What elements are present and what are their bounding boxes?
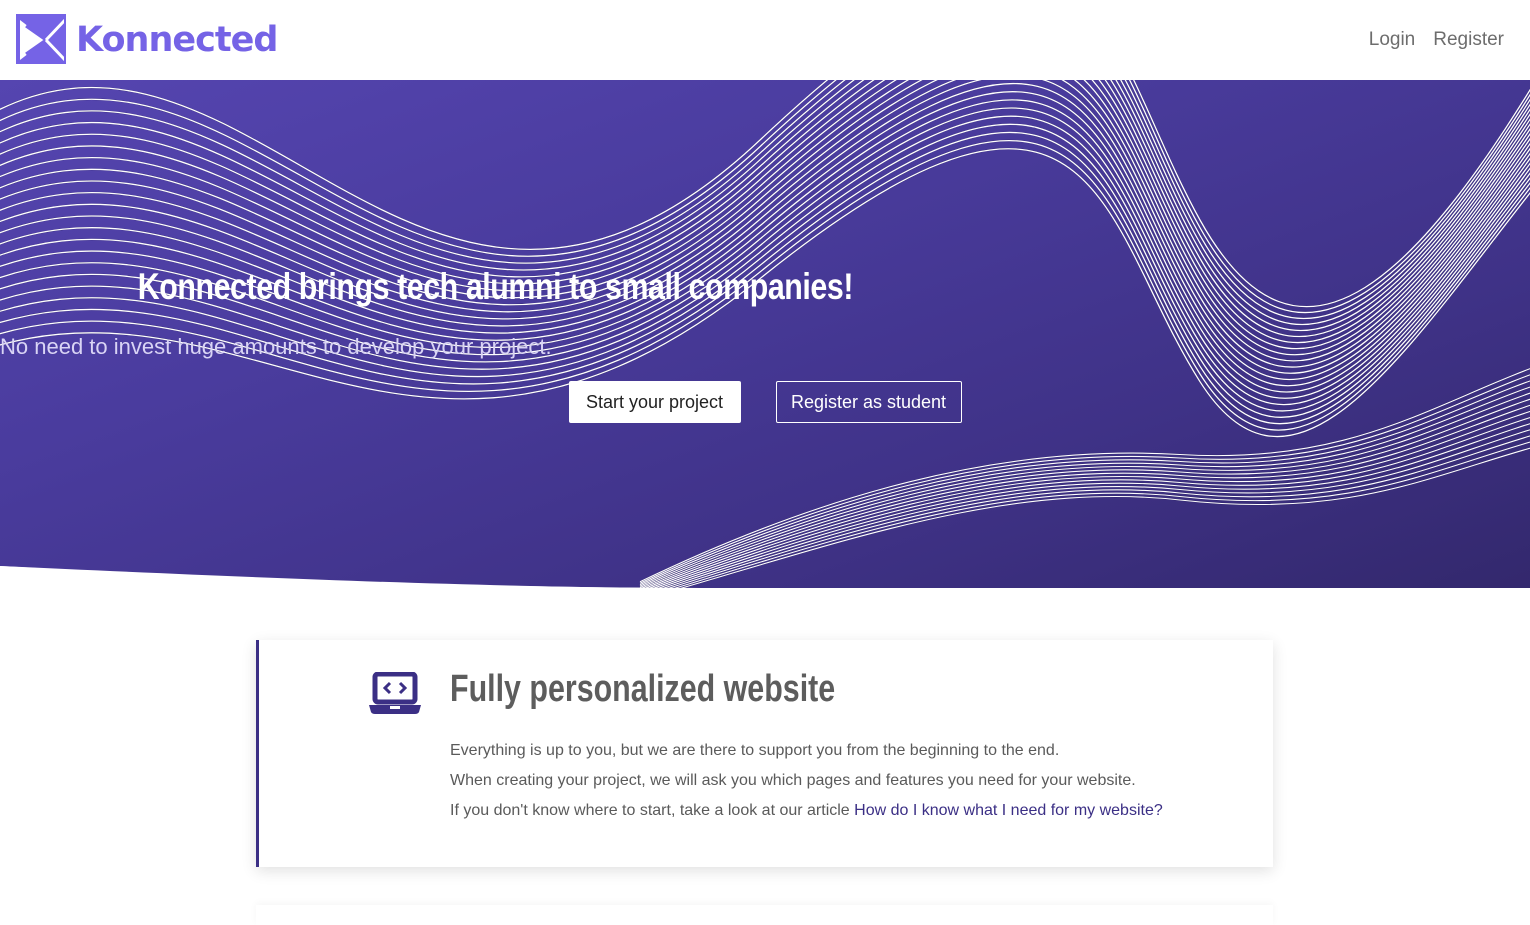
nav-links: Login Register [1369,29,1504,51]
brand-name: Konnected [76,20,278,60]
feature-title: Fully personalized website [450,668,836,710]
laptop-code-icon [369,672,421,714]
start-project-button[interactable]: Start your project [568,381,741,423]
top-navbar: Konnected Login Register [0,0,1530,80]
feature-line-1: Everything is up to you, but we are ther… [450,742,1060,759]
register-student-button[interactable]: Register as student [775,381,962,423]
hero-buttons: Start your project Register as student [0,381,1530,423]
next-feature-card [256,905,1273,925]
hero-title: Konnected brings tech alumni to small co… [137,266,854,307]
feature-description: Everything is up to you, but we are ther… [450,736,1163,826]
hero-banner: Konnected brings tech alumni to small co… [0,80,1530,590]
feature-line-3: If you don't know where to start, take a… [450,796,1163,826]
feature-card: Fully personalized website Everything is… [256,640,1273,867]
hero-subtitle: No need to invest huge amounts to develo… [0,334,552,359]
login-link[interactable]: Login [1369,29,1416,51]
feature-line-2: When creating your project, we will ask … [450,772,1136,789]
brand-link[interactable]: Konnected [16,14,278,66]
article-link[interactable]: How do I know what I need for my website… [854,802,1163,819]
feature-line-3-text: If you don't know where to start, take a… [450,802,855,819]
register-link[interactable]: Register [1433,29,1504,51]
konnected-logo-icon [16,14,67,64]
